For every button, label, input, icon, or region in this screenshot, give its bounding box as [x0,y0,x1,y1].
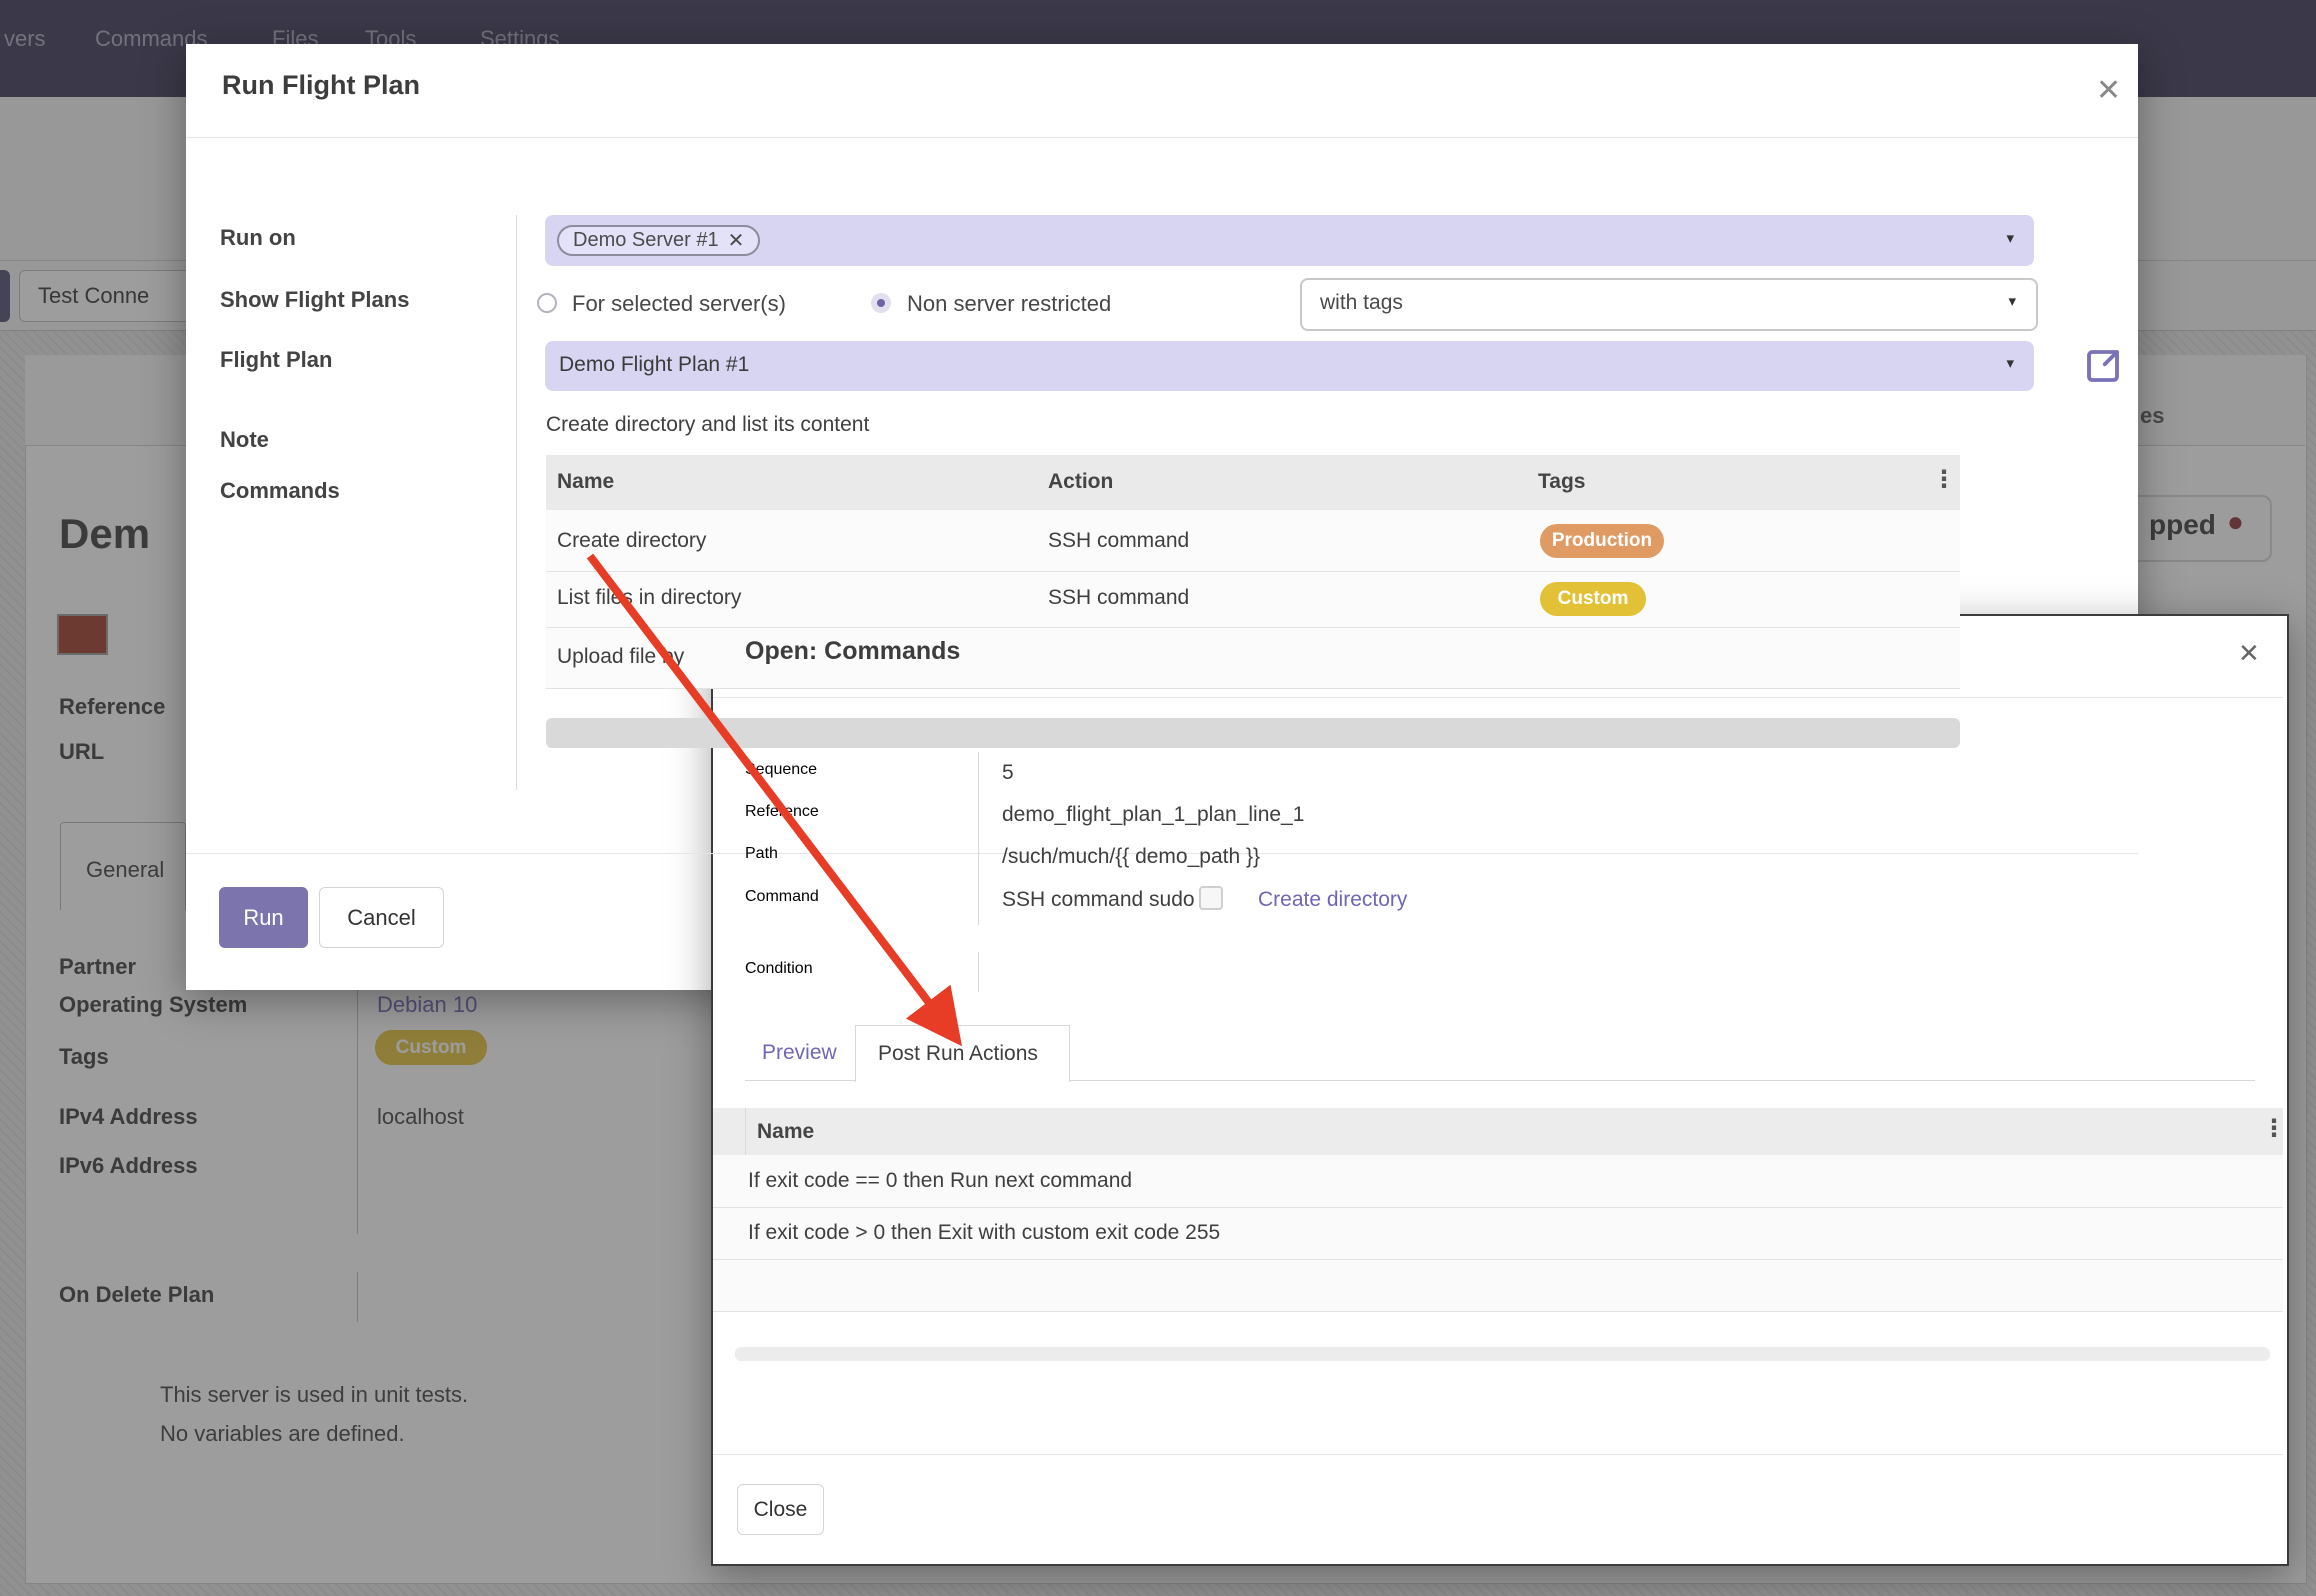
flight-plan-caret-icon[interactable]: ▾ [2006,354,2014,372]
close-icon[interactable]: ✕ [2096,76,2121,106]
cancel-button-label: Cancel [347,905,415,931]
reference-value: demo_flight_plan_1_plan_line_1 [1002,803,1304,827]
path-label: Path [745,845,778,863]
radio-for-selected-servers[interactable] [537,293,557,313]
create-directory-link[interactable]: Create directory [1258,888,1407,912]
custom-badge: Custom [1540,582,1646,616]
post-run-row[interactable]: If exit code == 0 then Run next command [713,1155,2283,1207]
show-flight-plans-label: Show Flight Plans [220,287,409,313]
modal1-label-separator [516,215,517,790]
close-button-label: Close [754,1498,808,1522]
post-run-col-name[interactable]: Name [757,1120,814,1144]
run-on-tag-pill[interactable]: Demo Server #1 ✕ [557,225,760,256]
row-divider [546,688,1960,689]
table-options-kebab-icon[interactable]: ⋮ [1932,473,1956,487]
tab-preview[interactable]: Preview [762,1041,837,1065]
remove-tag-icon[interactable]: ✕ [728,228,745,253]
row1-name: Create directory [557,529,706,553]
sequence-label: Sequence [745,761,817,779]
production-badge-label: Production [1552,530,1652,552]
custom-badge-label: Custom [1558,588,1629,610]
sequence-value: 5 [1002,761,1014,785]
post-run-horizontal-scrollbar[interactable] [735,1347,2270,1361]
close-button[interactable]: Close [737,1484,824,1535]
commands-label: Commands [220,478,340,504]
tab-post-run-actions[interactable]: Post Run Actions [855,1025,1070,1082]
post-run-empty-row [713,1260,2283,1311]
col-action[interactable]: Action [1048,470,1113,494]
flight-plan-label: Flight Plan [220,347,332,373]
with-tags-caret-icon[interactable]: ▾ [2008,292,2016,310]
screen: vers Commands Files Tools Settings Test … [0,0,2316,1596]
post-run-row1-text: If exit code == 0 then Run next command [748,1169,1132,1193]
col-name[interactable]: Name [557,470,614,494]
post-run-table-header: Name ⋮ [713,1108,2283,1155]
note-label: Note [220,427,269,453]
open-commands-title: Open: Commands [745,637,960,666]
table-row[interactable]: Create directory SSH command Production [546,510,1960,571]
run-button[interactable]: Run [219,887,308,948]
commands-table-header: Name Action Tags ⋮ [546,455,1960,510]
with-tags-select[interactable]: with tags ▾ [1300,278,2038,331]
table-horizontal-scrollbar[interactable] [546,718,1960,748]
command-label: Command [745,888,819,906]
close-icon[interactable]: ✕ [2238,640,2260,666]
radio-non-server-restricted[interactable] [871,293,891,313]
run-on-label: Run on [220,225,296,251]
flight-plan-select[interactable]: Demo Flight Plan #1 ▾ [545,341,2034,391]
selector-col-divider [745,1108,746,1155]
production-badge: Production [1540,524,1664,558]
command-value: SSH command sudo [1002,888,1195,912]
flight-plan-description: Create directory and list its content [546,413,869,437]
row-divider [713,1311,2283,1312]
modal2-footer-divider [713,1454,2283,1455]
create-directory-checkbox[interactable] [1199,886,1223,910]
condition-label: Condition [745,960,813,978]
row1-action: SSH command [1048,529,1189,553]
run-flight-plan-title: Run Flight Plan [222,70,420,101]
row3-name-fragment: Upload file by [557,645,684,669]
run-on-tag-label: Demo Server #1 [573,229,719,252]
run-on-caret-icon[interactable]: ▾ [2006,229,2014,247]
external-link-icon[interactable] [2082,345,2124,387]
radio-selected-dot [877,299,885,307]
table-row[interactable]: List files in directory SSH command Cust… [546,572,1960,627]
path-value: /such/much/{{ demo_path }} [1002,845,1260,869]
run-button-label: Run [243,905,283,931]
modal1-header-divider [186,137,2138,138]
modal2-label-separator [978,752,979,925]
radio-non-server-restricted-label: Non server restricted [907,291,1111,317]
post-run-row[interactable]: If exit code > 0 then Exit with custom e… [713,1208,2283,1259]
post-run-row2-text: If exit code > 0 then Exit with custom e… [748,1221,1220,1245]
row2-action: SSH command [1048,586,1189,610]
tab-post-run-actions-label: Post Run Actions [878,1042,1038,1066]
reference-field-label: Reference [745,803,819,821]
radio-for-selected-servers-label: For selected server(s) [572,291,786,317]
run-on-input[interactable]: Demo Server #1 ✕ ▾ [545,215,2034,266]
with-tags-value: with tags [1320,291,1403,315]
open-commands-modal [711,614,2289,1566]
col-tags[interactable]: Tags [1538,470,1585,494]
cancel-button[interactable]: Cancel [319,887,444,948]
modal2-header-divider [713,697,2283,698]
flight-plan-value: Demo Flight Plan #1 [559,353,749,377]
modal2-condition-separator [978,952,979,992]
post-run-table-kebab-icon[interactable]: ⋮ [2262,1122,2286,1136]
row2-name: List files in directory [557,586,741,610]
